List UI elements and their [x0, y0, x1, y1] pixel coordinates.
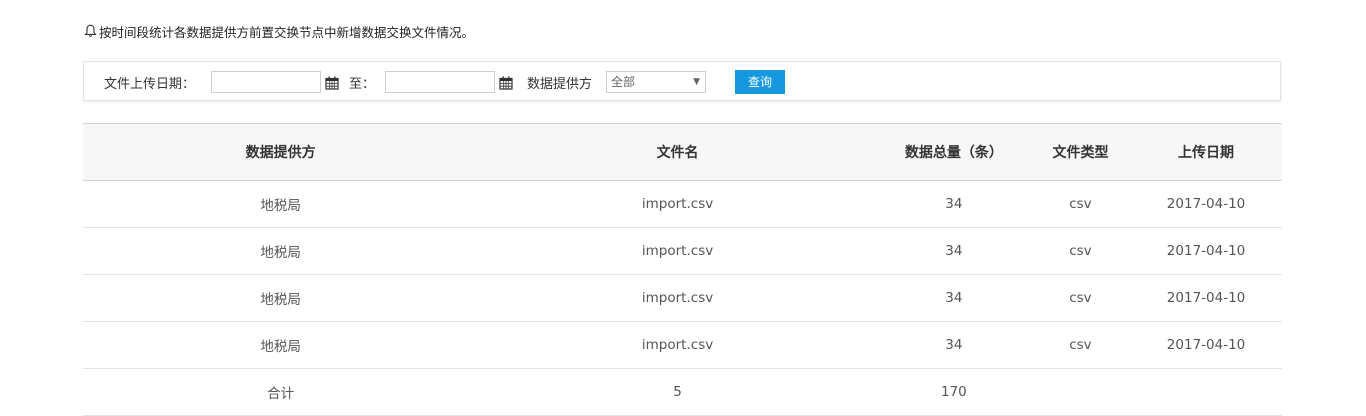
notice-text: 按时间段统计各数据提供方前置交换节点中新增数据交换文件情况。	[99, 24, 475, 40]
record-count-cell: 34	[876, 321, 1031, 369]
chevron-down-icon: ▼	[693, 77, 700, 87]
file-type-cell: csv	[1030, 321, 1131, 369]
filename-cell: import.csv	[478, 180, 877, 228]
query-button[interactable]: 查询	[735, 70, 785, 94]
table-header-row: 数据提供方 文件名 数据总量（条） 文件类型 上传日期	[83, 123, 1282, 181]
calendar-icon[interactable]	[499, 75, 513, 90]
provider-label: 数据提供方	[527, 77, 593, 92]
filename-cell: import.csv	[478, 321, 877, 369]
provider-select-value: 全部	[611, 75, 636, 89]
column-header: 文件类型	[1030, 123, 1131, 181]
date-from-input[interactable]	[211, 71, 321, 93]
to-label: 至：	[349, 77, 376, 92]
record-count-cell: 34	[876, 180, 1031, 228]
upload-date-label: 文件上传日期：	[104, 77, 196, 92]
filename-cell: import.csv	[478, 227, 877, 275]
column-header: 上传日期	[1130, 123, 1282, 181]
total-file-count: 5	[478, 368, 877, 416]
bell-icon	[84, 24, 97, 38]
filename-cell: import.csv	[478, 274, 877, 322]
total-label: 合计	[83, 368, 479, 416]
file-type-cell: csv	[1030, 227, 1131, 275]
upload-date-cell: 2017-04-10	[1130, 321, 1282, 369]
provider-cell: 地税局	[83, 321, 479, 369]
file-stats-table: 数据提供方 文件名 数据总量（条） 文件类型 上传日期 地税局 import.c…	[83, 123, 1282, 416]
total-record-count: 170	[876, 368, 1031, 416]
provider-cell: 地税局	[83, 180, 479, 228]
column-header: 数据提供方	[83, 123, 479, 181]
upload-date-cell: 2017-04-10	[1130, 180, 1282, 228]
total-row: 合计 5 170	[83, 368, 1282, 416]
upload-date-cell: 2017-04-10	[1130, 274, 1282, 322]
total-date-cell	[1130, 368, 1282, 416]
provider-cell: 地税局	[83, 274, 479, 322]
notice-bar: 按时间段统计各数据提供方前置交换节点中新增数据交换文件情况。	[84, 21, 474, 41]
provider-cell: 地税局	[83, 227, 479, 275]
calendar-icon[interactable]	[325, 75, 339, 90]
upload-date-cell: 2017-04-10	[1130, 227, 1282, 275]
table-row: 地税局 import.csv 34 csv 2017-04-10	[83, 321, 1282, 369]
file-type-cell: csv	[1030, 180, 1131, 228]
record-count-cell: 34	[876, 227, 1031, 275]
date-to-input[interactable]	[385, 71, 495, 93]
total-type-cell	[1030, 368, 1131, 416]
provider-select[interactable]: 全部 ▼	[606, 71, 706, 93]
filter-panel: 文件上传日期： 至： 数据提供方 全部 ▼ 查询	[83, 61, 1281, 101]
record-count-cell: 34	[876, 274, 1031, 322]
column-header: 文件名	[478, 123, 877, 181]
table-row: 地税局 import.csv 34 csv 2017-04-10	[83, 180, 1282, 228]
file-type-cell: csv	[1030, 274, 1131, 322]
table-row: 地税局 import.csv 34 csv 2017-04-10	[83, 227, 1282, 275]
table-row: 地税局 import.csv 34 csv 2017-04-10	[83, 274, 1282, 322]
column-header: 数据总量（条）	[876, 123, 1031, 181]
